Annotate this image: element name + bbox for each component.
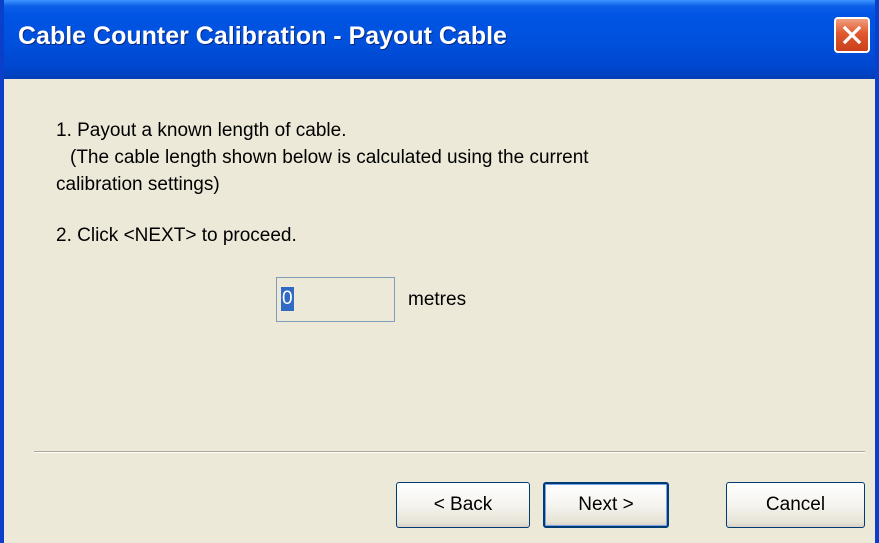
dialog-window: Cable Counter Calibration - Payout Cable…: [0, 0, 879, 543]
instruction-step-1-note: (The cable length shown below is calcula…: [70, 147, 589, 168]
unit-label: metres: [408, 289, 467, 310]
cable-length-field[interactable]: 0: [276, 277, 395, 322]
title-bar[interactable]: Cable Counter Calibration - Payout Cable: [4, 0, 875, 79]
close-icon: [843, 26, 861, 44]
button-separator: [34, 451, 865, 453]
back-button[interactable]: < Back: [396, 482, 530, 528]
instruction-step-1-note-cont: calibration settings): [56, 174, 220, 195]
cable-length-value[interactable]: 0: [281, 287, 294, 311]
close-button[interactable]: [834, 17, 870, 53]
instruction-step-2: 2. Click <NEXT> to proceed.: [56, 225, 297, 246]
cancel-button[interactable]: Cancel: [726, 482, 865, 528]
dialog-content: 1. Payout a known length of cable. (The …: [4, 79, 875, 543]
next-button[interactable]: Next >: [543, 482, 669, 528]
instruction-step-1: 1. Payout a known length of cable.: [56, 120, 347, 141]
window-title: Cable Counter Calibration - Payout Cable: [18, 22, 507, 50]
